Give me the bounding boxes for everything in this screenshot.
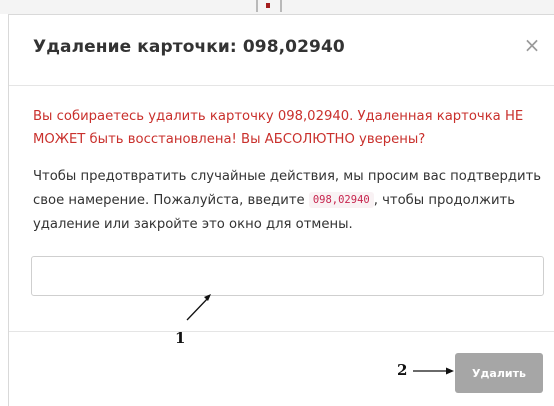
page: Удаление карточки: 098,02940 × Вы собира… (0, 0, 554, 406)
dialog-title: Удаление карточки: 098,02940 (33, 37, 345, 57)
dialog-footer: Удалить (9, 331, 554, 406)
confirmation-input[interactable] (31, 256, 544, 296)
confirmation-code: 098,02940 (308, 192, 374, 208)
backdrop (0, 0, 554, 14)
close-icon: × (523, 33, 541, 57)
annotation-label-1: 1 (175, 329, 186, 347)
warning-message: Вы собираетесь удалить карточку 098,0294… (33, 109, 524, 147)
confirmation-instructions: Чтобы предотвратить случайные действия, … (33, 165, 545, 237)
delete-button[interactable]: Удалить (455, 353, 543, 393)
delete-card-dialog: Удаление карточки: 098,02940 × Вы собира… (8, 14, 554, 406)
backdrop-fragment (256, 0, 282, 12)
annotation-label-2: 2 (397, 361, 408, 379)
dialog-header: Удаление карточки: 098,02940 × (9, 15, 554, 86)
close-button[interactable]: × (520, 33, 544, 57)
